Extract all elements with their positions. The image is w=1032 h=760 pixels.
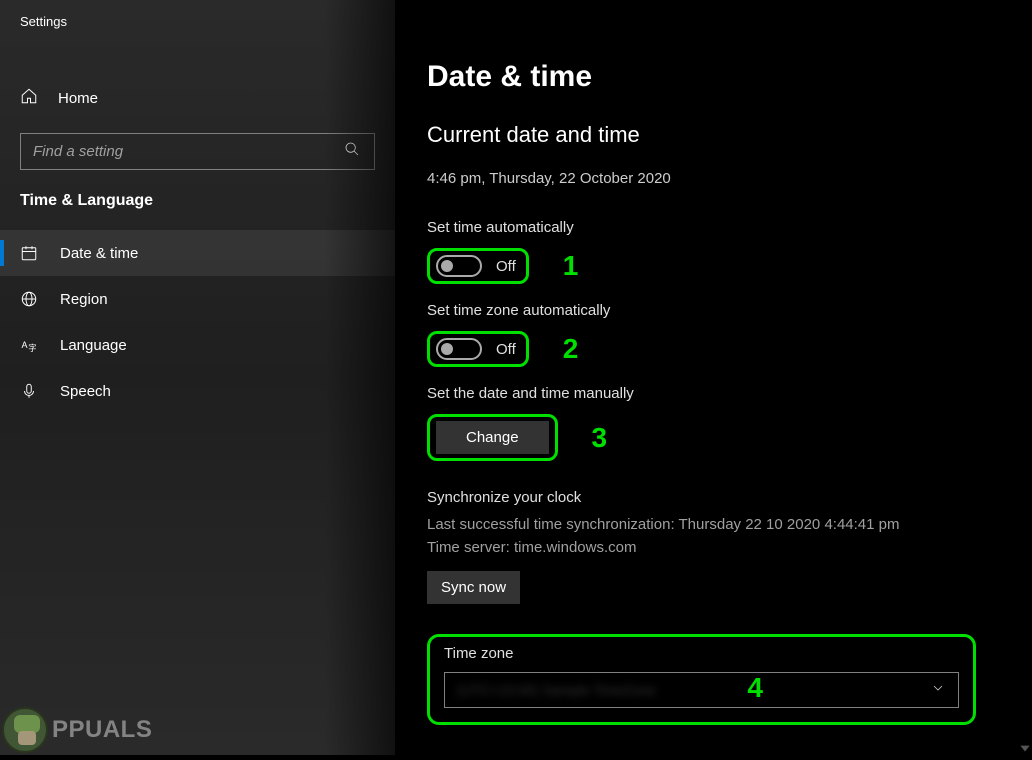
sidebar-item-date-time[interactable]: Date & time	[0, 230, 395, 276]
language-icon: A字	[20, 336, 38, 354]
search-box[interactable]	[20, 133, 375, 170]
sync-now-button[interactable]: Sync now	[427, 571, 520, 604]
mic-icon	[20, 382, 38, 400]
search-input[interactable]	[21, 143, 330, 160]
sync-server: Time server: time.windows.com	[427, 537, 976, 560]
change-button[interactable]: Change	[436, 421, 549, 454]
annotation-1: 1	[563, 250, 579, 282]
sidebar-item-region[interactable]: Region	[0, 276, 395, 322]
set-time-auto-label: Set time automatically	[427, 219, 976, 236]
toggle-set-tz-auto-state: Off	[496, 341, 516, 358]
set-tz-auto-label: Set time zone automatically	[427, 302, 976, 319]
sidebar-home-label: Home	[58, 90, 98, 107]
sidebar-category: Time & Language	[0, 170, 395, 230]
annotation-3: 3	[592, 422, 608, 454]
home-icon	[20, 87, 38, 109]
change-row: Change 3	[427, 414, 976, 461]
sync-info: Last successful time synchronization: Th…	[427, 514, 976, 559]
annotation-2: 2	[563, 333, 579, 365]
current-date-time: 4:46 pm, Thursday, 22 October 2020	[427, 170, 976, 187]
timezone-value: (UTC+10:00) Sample TimeZone	[457, 682, 656, 698]
sync-section: Synchronize your clock Last successful t…	[427, 489, 976, 604]
toggle-set-tz-auto[interactable]	[436, 338, 482, 360]
watermark: PPUALS	[2, 707, 152, 753]
timezone-label: Time zone	[444, 645, 959, 662]
main-content: Date & time Current date and time 4:46 p…	[395, 0, 1032, 755]
annotation-box-2: Off	[427, 331, 529, 367]
sync-last: Last successful time synchronization: Th…	[427, 514, 976, 537]
timezone-select[interactable]: (UTC+10:00) Sample TimeZone	[444, 672, 959, 708]
annotation-box-4: Time zone (UTC+10:00) Sample TimeZone 4	[427, 634, 976, 725]
sidebar-item-label: Region	[60, 291, 108, 308]
toggle-set-time-auto[interactable]	[436, 255, 482, 277]
sidebar-item-speech[interactable]: Speech	[0, 368, 395, 414]
chevron-down-icon	[930, 680, 946, 701]
toggle-set-time-auto-state: Off	[496, 258, 516, 275]
sidebar-home[interactable]: Home	[0, 77, 395, 119]
sidebar-item-label: Language	[60, 337, 127, 354]
scroll-down-hint-icon[interactable]	[1018, 741, 1032, 755]
set-tz-auto-row: Off 2	[427, 331, 976, 367]
app-title: Settings	[0, 14, 395, 29]
sidebar-item-language[interactable]: A字 Language	[0, 322, 395, 368]
page-title: Date & time	[427, 60, 976, 94]
set-time-auto-row: Off 1	[427, 248, 976, 284]
section-current-title: Current date and time	[427, 122, 976, 148]
search-icon	[330, 141, 374, 162]
watermark-avatar-icon	[2, 707, 48, 753]
annotation-box-3: Change	[427, 414, 558, 461]
annotation-box-1: Off	[427, 248, 529, 284]
watermark-text: PPUALS	[52, 716, 152, 744]
sidebar: Settings Home Time & Language Date & tim…	[0, 0, 395, 755]
sync-title: Synchronize your clock	[427, 489, 976, 506]
svg-text:字: 字	[28, 343, 36, 353]
sidebar-item-label: Date & time	[60, 245, 138, 262]
sidebar-item-label: Speech	[60, 383, 111, 400]
set-manual-label: Set the date and time manually	[427, 385, 976, 402]
annotation-4: 4	[747, 672, 763, 704]
globe-icon	[20, 290, 38, 308]
calendar-icon	[20, 244, 38, 262]
svg-text:A: A	[22, 340, 28, 350]
